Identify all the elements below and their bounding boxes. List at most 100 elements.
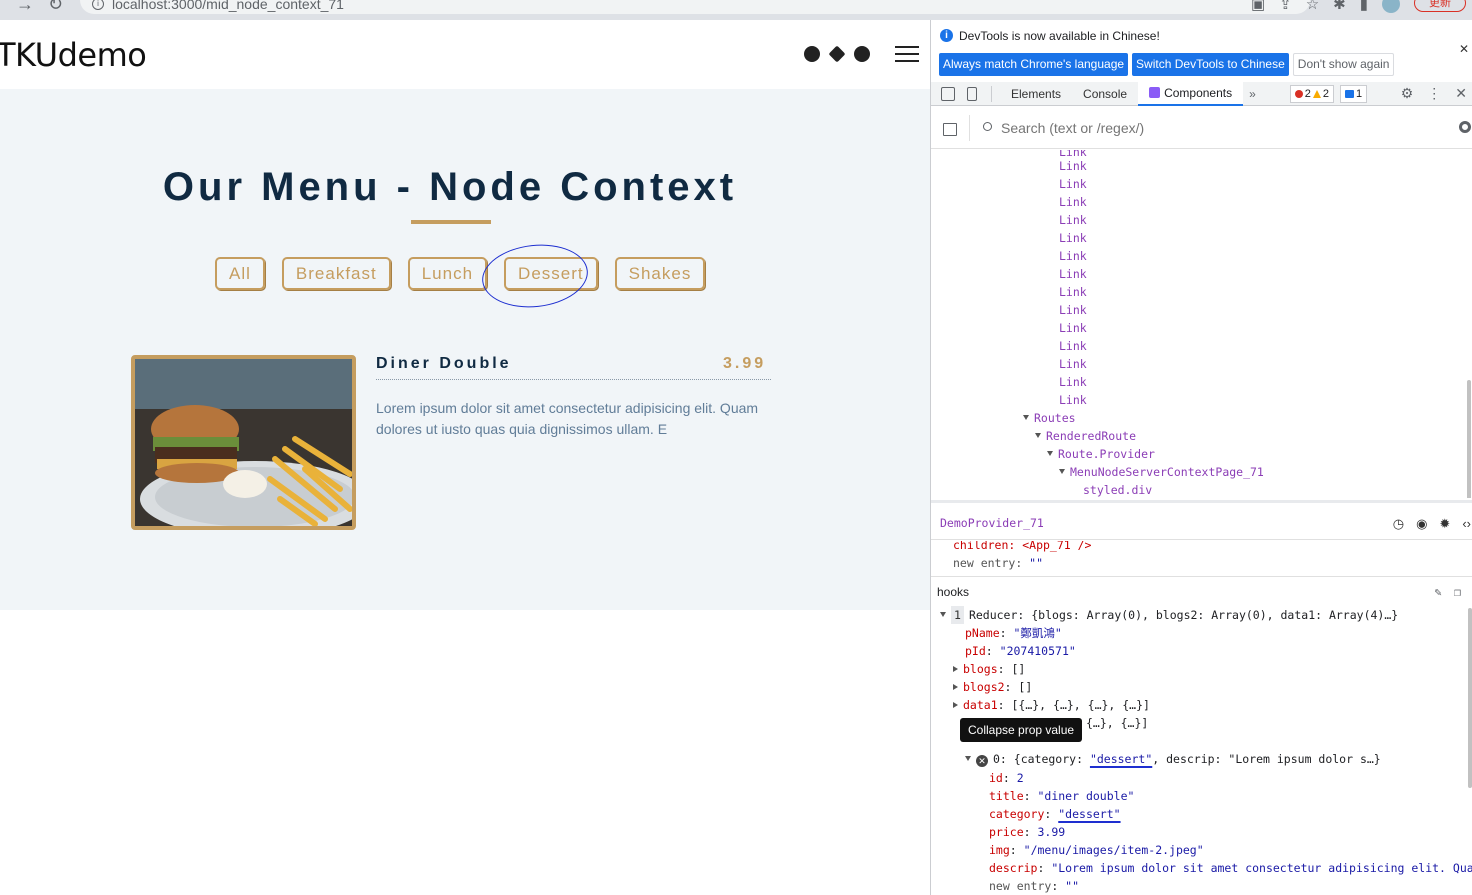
hamburger-menu-icon[interactable] bbox=[895, 46, 919, 62]
tree-node-link[interactable]: Link bbox=[1059, 391, 1087, 409]
update-button[interactable]: 更新 bbox=[1414, 0, 1466, 12]
item-field-descrip[interactable]: descrip: "Lorem ipsum dolor sit amet con… bbox=[989, 859, 1472, 877]
filter-shakes-button[interactable]: Shakes bbox=[614, 257, 706, 290]
forward-icon[interactable]: → bbox=[16, 0, 34, 15]
expand-caret-icon[interactable] bbox=[1047, 451, 1053, 456]
filter-breakfast-button[interactable]: Breakfast bbox=[281, 257, 391, 290]
hook-field-blogs2[interactable]: blogs2: [] bbox=[953, 678, 1032, 696]
delete-icon[interactable]: ✕ bbox=[976, 755, 988, 767]
hook-field-pname[interactable]: pName: "鄭凱鴻" bbox=[965, 624, 1062, 642]
tree-node-link[interactable]: Link bbox=[1059, 157, 1087, 175]
settings-icon[interactable] bbox=[854, 46, 870, 62]
hook-reducer-row[interactable]: 1 Reducer: {blogs: Array(0), blogs2: Arra… bbox=[940, 606, 1398, 624]
expand-caret-icon[interactable] bbox=[953, 702, 958, 708]
eye-icon[interactable]: ◉ bbox=[1416, 516, 1427, 532]
gear-icon[interactable]: ⚙ bbox=[1401, 85, 1414, 102]
component-search-input[interactable] bbox=[1001, 118, 1431, 138]
tree-node-link[interactable]: Link bbox=[1059, 193, 1087, 211]
item-field-price[interactable]: price: 3.99 bbox=[989, 823, 1065, 841]
tab-elements[interactable]: Elements bbox=[1000, 82, 1072, 106]
tree-node-link[interactable]: Link bbox=[1059, 211, 1087, 229]
tab-console[interactable]: Console bbox=[1072, 82, 1138, 106]
magic-wand-icon[interactable]: ✎ bbox=[1435, 585, 1442, 599]
site-info-icon[interactable]: i bbox=[92, 0, 104, 10]
star-icon[interactable]: ☆ bbox=[1306, 0, 1319, 13]
always-match-button[interactable]: Always match Chrome's language bbox=[939, 53, 1129, 76]
field-value[interactable]: "207410571" bbox=[1000, 644, 1076, 658]
git-icon[interactable] bbox=[828, 45, 846, 63]
tab-components[interactable]: Components bbox=[1138, 81, 1244, 106]
reload-icon[interactable]: ↻ bbox=[48, 0, 63, 15]
field-value[interactable]: 3.99 bbox=[1037, 825, 1065, 839]
item-field-id[interactable]: id: 2 bbox=[989, 769, 1024, 787]
tree-node-link[interactable]: Link bbox=[1059, 247, 1087, 265]
expand-caret-icon[interactable] bbox=[953, 684, 958, 690]
errors-warnings-badge[interactable]: 2 2 bbox=[1289, 84, 1335, 103]
device-toggle-icon[interactable] bbox=[967, 86, 977, 101]
select-element-icon[interactable] bbox=[943, 123, 957, 136]
item-field-img[interactable]: img: "/menu/images/item-2.jpeg" bbox=[989, 841, 1204, 859]
messages-badge[interactable]: 1 bbox=[1340, 84, 1368, 103]
item-field-category[interactable]: category: "dessert" bbox=[989, 805, 1121, 823]
hooks-scrollbar[interactable] bbox=[1468, 608, 1472, 788]
github-icon[interactable] bbox=[804, 46, 820, 62]
tree-node-link[interactable]: Link bbox=[1059, 265, 1087, 283]
tree-node-link[interactable]: Link bbox=[1059, 283, 1087, 301]
expand-caret-icon[interactable] bbox=[1035, 433, 1041, 438]
expand-caret-icon[interactable] bbox=[1059, 469, 1065, 474]
filter-lunch-button[interactable]: Lunch bbox=[407, 257, 488, 290]
profile-avatar[interactable] bbox=[1382, 0, 1400, 13]
tree-node-rendered-route[interactable]: RenderedRoute bbox=[1035, 427, 1136, 445]
item-field-new-entry[interactable]: new entry: "" bbox=[989, 877, 1079, 895]
address-bar[interactable]: i localhost:3000/mid_node_context_71 bbox=[80, 0, 1310, 14]
extensions-icon[interactable]: ✱ bbox=[1333, 0, 1346, 13]
tree-scrollbar[interactable] bbox=[1467, 380, 1471, 498]
tree-node-routes[interactable]: Routes bbox=[1023, 409, 1076, 427]
code-icon[interactable]: ‹› bbox=[1462, 516, 1471, 532]
bug-icon[interactable]: ✹ bbox=[1439, 516, 1450, 532]
stopwatch-icon[interactable]: ◷ bbox=[1393, 516, 1404, 532]
tree-node-styled-div[interactable]: styled.div bbox=[1083, 481, 1152, 498]
translate-icon[interactable]: ▣ bbox=[1251, 0, 1265, 13]
collapse-caret-icon[interactable] bbox=[940, 612, 946, 617]
tree-node-route-provider[interactable]: Route.Provider bbox=[1047, 445, 1155, 463]
switch-language-button[interactable]: Switch DevTools to Chinese bbox=[1132, 53, 1289, 76]
settings-gear-icon[interactable] bbox=[1459, 121, 1471, 133]
tree-node-link[interactable]: Link bbox=[1059, 175, 1087, 193]
tree-node-link[interactable]: Link bbox=[1059, 301, 1087, 319]
sidepanel-icon[interactable]: ▮ bbox=[1360, 0, 1368, 13]
brand-logo[interactable]: TKUdemo bbox=[0, 36, 147, 74]
field-value[interactable]: "鄭凱鴻" bbox=[1013, 626, 1061, 640]
tree-node-page-component[interactable]: MenuNodeServerContextPage_71 bbox=[1059, 463, 1264, 481]
field-value[interactable]: 2 bbox=[1017, 771, 1024, 785]
field-value[interactable]: "diner double" bbox=[1037, 789, 1134, 803]
hook-field-blogs[interactable]: blogs: [] bbox=[953, 660, 1025, 678]
tree-node-link[interactable]: Link bbox=[1059, 373, 1087, 391]
field-value[interactable]: "Lorem ipsum dolor sit amet consectetur … bbox=[1051, 861, 1472, 875]
prop-new-entry[interactable]: new entry: "" bbox=[953, 554, 1043, 572]
hook-field-data1[interactable]: data1: [{…}, {…}, {…}, {…}] bbox=[953, 696, 1150, 714]
close-icon[interactable]: ✕ bbox=[1459, 42, 1469, 56]
panel-divider[interactable] bbox=[931, 500, 1472, 503]
filter-all-button[interactable]: All bbox=[215, 257, 265, 290]
tree-node-link[interactable]: Link bbox=[1059, 337, 1087, 355]
item-field-title[interactable]: title: "diner double" bbox=[989, 787, 1134, 805]
menu-item-0-row[interactable]: ✕ 0: {category: "dessert", descrip: "Lore… bbox=[965, 750, 1381, 768]
hook-field-pid[interactable]: pId: "207410571" bbox=[965, 642, 1076, 660]
collapse-caret-icon[interactable] bbox=[965, 756, 971, 761]
tree-node-link[interactable]: Link bbox=[1059, 319, 1087, 337]
expand-caret-icon[interactable] bbox=[953, 666, 958, 672]
expand-caret-icon[interactable] bbox=[1023, 415, 1029, 420]
tree-node-link[interactable]: Link bbox=[1059, 229, 1087, 247]
kebab-menu-icon[interactable]: ⋮ bbox=[1427, 85, 1441, 102]
field-value[interactable]: "/menu/images/item-2.jpeg" bbox=[1024, 843, 1204, 857]
inspect-icon[interactable] bbox=[941, 86, 955, 101]
field-value[interactable]: "dessert" bbox=[1058, 807, 1120, 821]
close-devtools-icon[interactable]: ✕ bbox=[1455, 85, 1467, 102]
field-key: blogs bbox=[963, 662, 998, 676]
tree-node-link[interactable]: Link bbox=[1059, 355, 1087, 373]
more-tabs-icon[interactable]: » bbox=[1243, 87, 1262, 101]
copy-icon[interactable]: ❐ bbox=[1454, 585, 1461, 599]
dont-show-again-button[interactable]: Don't show again bbox=[1292, 53, 1395, 76]
share-icon[interactable]: ⇪ bbox=[1279, 0, 1292, 13]
